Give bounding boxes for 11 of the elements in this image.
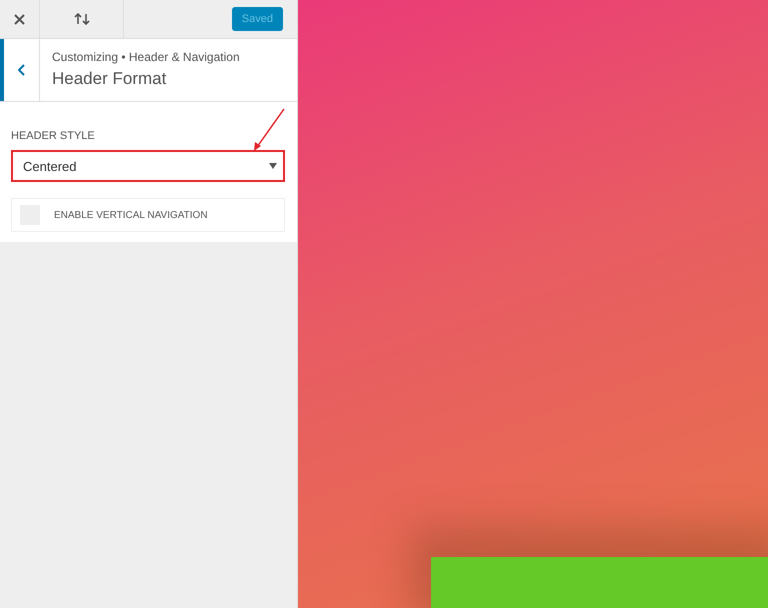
annotation-arrow — [254, 108, 285, 151]
field-label: HEADER STYLE — [11, 130, 96, 142]
panel-title: Header Format — [52, 69, 168, 89]
breadcrumb: Customizing • Header & Navigation — [52, 50, 240, 64]
swap-arrows-icon — [74, 13, 90, 25]
back-button[interactable] — [0, 39, 40, 101]
header-style-select[interactable]: Centered — [11, 150, 285, 182]
back-icon — [18, 64, 26, 76]
checkbox-label: ENABLE VERTICAL NAVIGATION — [54, 210, 208, 220]
close-icon — [14, 14, 25, 24]
dropdown-caret-icon — [269, 163, 277, 169]
